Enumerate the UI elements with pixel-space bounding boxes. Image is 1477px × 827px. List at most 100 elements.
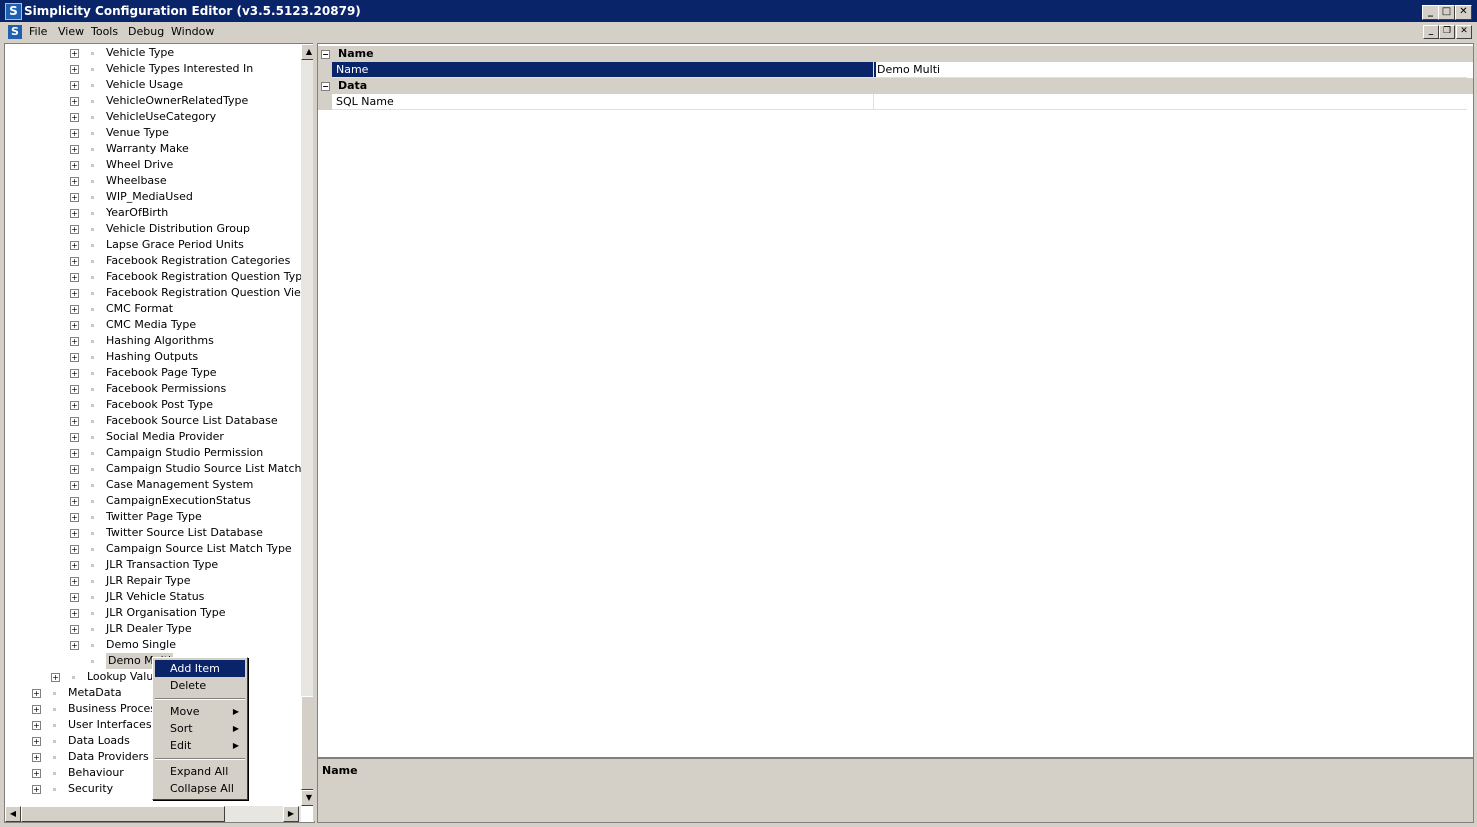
expand-icon[interactable]: + xyxy=(70,129,79,138)
tree-item[interactable]: + Facebook Post Type xyxy=(5,397,301,413)
tree-item[interactable]: + Vehicle Types Interested In xyxy=(5,61,301,77)
expand-icon[interactable]: + xyxy=(32,689,41,698)
tree-item[interactable]: + Facebook Permissions xyxy=(5,381,301,397)
tree-item[interactable]: + Demo Single xyxy=(5,637,301,653)
expand-icon[interactable]: + xyxy=(70,81,79,90)
expand-icon[interactable]: + xyxy=(70,593,79,602)
tree-item[interactable]: + Vehicle Type xyxy=(5,45,301,61)
menu-debug[interactable]: Debug xyxy=(128,25,164,38)
collapse-icon[interactable]: − xyxy=(321,50,330,59)
document-icon[interactable]: S xyxy=(8,25,22,39)
expand-icon[interactable]: + xyxy=(70,513,79,522)
tree-item[interactable]: + CMC Format xyxy=(5,301,301,317)
menu-item-add-item[interactable]: Add Item xyxy=(155,660,245,677)
expand-icon[interactable]: + xyxy=(70,401,79,410)
expand-icon[interactable]: + xyxy=(32,705,41,714)
expand-icon[interactable]: + xyxy=(70,433,79,442)
expand-icon[interactable]: + xyxy=(70,305,79,314)
close-button[interactable]: ✕ xyxy=(1455,5,1472,20)
expand-icon[interactable]: + xyxy=(70,337,79,346)
tree-item[interactable]: + Campaign Source List Match Type xyxy=(5,541,301,557)
menu-window[interactable]: Window xyxy=(171,25,214,38)
tree-item[interactable]: + VehicleUseCategory xyxy=(5,109,301,125)
menu-view[interactable]: View xyxy=(58,25,84,38)
tree-horizontal-scrollbar[interactable]: ◀ ▶ xyxy=(5,806,301,822)
expand-icon[interactable]: + xyxy=(32,737,41,746)
expand-icon[interactable]: + xyxy=(70,625,79,634)
expand-icon[interactable]: + xyxy=(70,529,79,538)
tree-item[interactable]: + Warranty Make xyxy=(5,141,301,157)
tree-item[interactable]: + JLR Organisation Type xyxy=(5,605,301,621)
expand-icon[interactable]: + xyxy=(70,225,79,234)
property-row[interactable]: SQL Name xyxy=(318,94,1473,110)
mdi-restore-button[interactable]: ❐ xyxy=(1439,25,1455,39)
tree-item[interactable]: + Vehicle Distribution Group xyxy=(5,221,301,237)
category-name[interactable]: − Name xyxy=(318,46,1473,62)
tree-item[interactable]: + Facebook Registration Question View xyxy=(5,285,310,301)
expand-icon[interactable]: + xyxy=(70,577,79,586)
expand-icon[interactable]: + xyxy=(70,641,79,650)
expand-icon[interactable]: + xyxy=(70,369,79,378)
menu-item-expand-all[interactable]: Expand All xyxy=(155,763,245,780)
menu-item-edit[interactable]: Edit ▶ xyxy=(155,737,245,754)
expand-icon[interactable]: + xyxy=(70,161,79,170)
tree-item[interactable]: + Social Media Provider xyxy=(5,429,301,445)
maximize-button[interactable]: □ xyxy=(1438,5,1455,20)
tree-item[interactable]: + Facebook Registration Categories xyxy=(5,253,301,269)
hscroll-thumb[interactable] xyxy=(21,806,225,822)
scroll-left-button[interactable]: ◀ xyxy=(5,806,21,822)
expand-icon[interactable]: + xyxy=(70,609,79,618)
expand-icon[interactable]: + xyxy=(32,785,41,794)
tree-item[interactable]: + JLR Transaction Type xyxy=(5,557,301,573)
tree-item[interactable]: + Case Management System xyxy=(5,477,301,493)
expand-icon[interactable]: + xyxy=(70,449,79,458)
expand-icon[interactable]: + xyxy=(70,49,79,58)
tree-item[interactable]: + JLR Dealer Type xyxy=(5,621,301,637)
expand-icon[interactable]: + xyxy=(70,113,79,122)
expand-icon[interactable]: + xyxy=(70,321,79,330)
expand-icon[interactable]: + xyxy=(70,353,79,362)
tree-item[interactable]: + Facebook Source List Database xyxy=(5,413,301,429)
property-value[interactable]: Demo Multi xyxy=(873,62,1467,78)
expand-icon[interactable]: + xyxy=(70,561,79,570)
tree-item[interactable]: + Hashing Outputs xyxy=(5,349,301,365)
expand-icon[interactable]: + xyxy=(70,177,79,186)
expand-icon[interactable]: + xyxy=(70,417,79,426)
tree-item[interactable]: + VehicleOwnerRelatedType xyxy=(5,93,301,109)
expand-icon[interactable]: + xyxy=(70,257,79,266)
menu-item-collapse-all[interactable]: Collapse All xyxy=(155,780,245,797)
expand-icon[interactable]: + xyxy=(70,465,79,474)
expand-icon[interactable]: + xyxy=(70,497,79,506)
tree-item[interactable]: + Hashing Algorithms xyxy=(5,333,301,349)
tree-item[interactable]: + Twitter Source List Database xyxy=(5,525,301,541)
tree-item[interactable]: + JLR Vehicle Status xyxy=(5,589,301,605)
expand-icon[interactable]: + xyxy=(32,769,41,778)
tree-item[interactable]: + WIP_MediaUsed xyxy=(5,189,301,205)
property-grid[interactable]: − Name Name Demo Multi − Data SQL Name xyxy=(317,43,1474,758)
menu-tools[interactable]: Tools xyxy=(91,25,118,38)
expand-icon[interactable]: + xyxy=(70,65,79,74)
expand-icon[interactable]: + xyxy=(70,209,79,218)
expand-icon[interactable]: + xyxy=(70,97,79,106)
tree-item[interactable]: + Venue Type xyxy=(5,125,301,141)
menu-item-sort[interactable]: Sort ▶ xyxy=(155,720,245,737)
tree-item[interactable]: + Vehicle Usage xyxy=(5,77,301,93)
tree-item[interactable]: + CampaignExecutionStatus xyxy=(5,493,301,509)
tree-item[interactable]: + JLR Repair Type xyxy=(5,573,301,589)
expand-icon[interactable]: + xyxy=(51,673,60,682)
menu-file[interactable]: File xyxy=(29,25,47,38)
tree-item[interactable]: + Twitter Page Type xyxy=(5,509,301,525)
tree-item[interactable]: + YearOfBirth xyxy=(5,205,301,221)
menu-item-delete[interactable]: Delete xyxy=(155,677,245,694)
mdi-minimize-button[interactable]: _ xyxy=(1423,25,1439,39)
tree-item[interactable]: + Facebook Page Type xyxy=(5,365,301,381)
property-value[interactable] xyxy=(873,94,1467,110)
tree-item[interactable]: + Campaign Studio Permission xyxy=(5,445,301,461)
expand-icon[interactable]: + xyxy=(70,289,79,298)
scroll-right-button[interactable]: ▶ xyxy=(283,806,299,822)
menu-item-move[interactable]: Move ▶ xyxy=(155,703,245,720)
property-name[interactable]: SQL Name xyxy=(332,94,876,110)
expand-icon[interactable]: + xyxy=(70,241,79,250)
minimize-button[interactable]: _ xyxy=(1422,5,1439,20)
expand-icon[interactable]: + xyxy=(70,481,79,490)
